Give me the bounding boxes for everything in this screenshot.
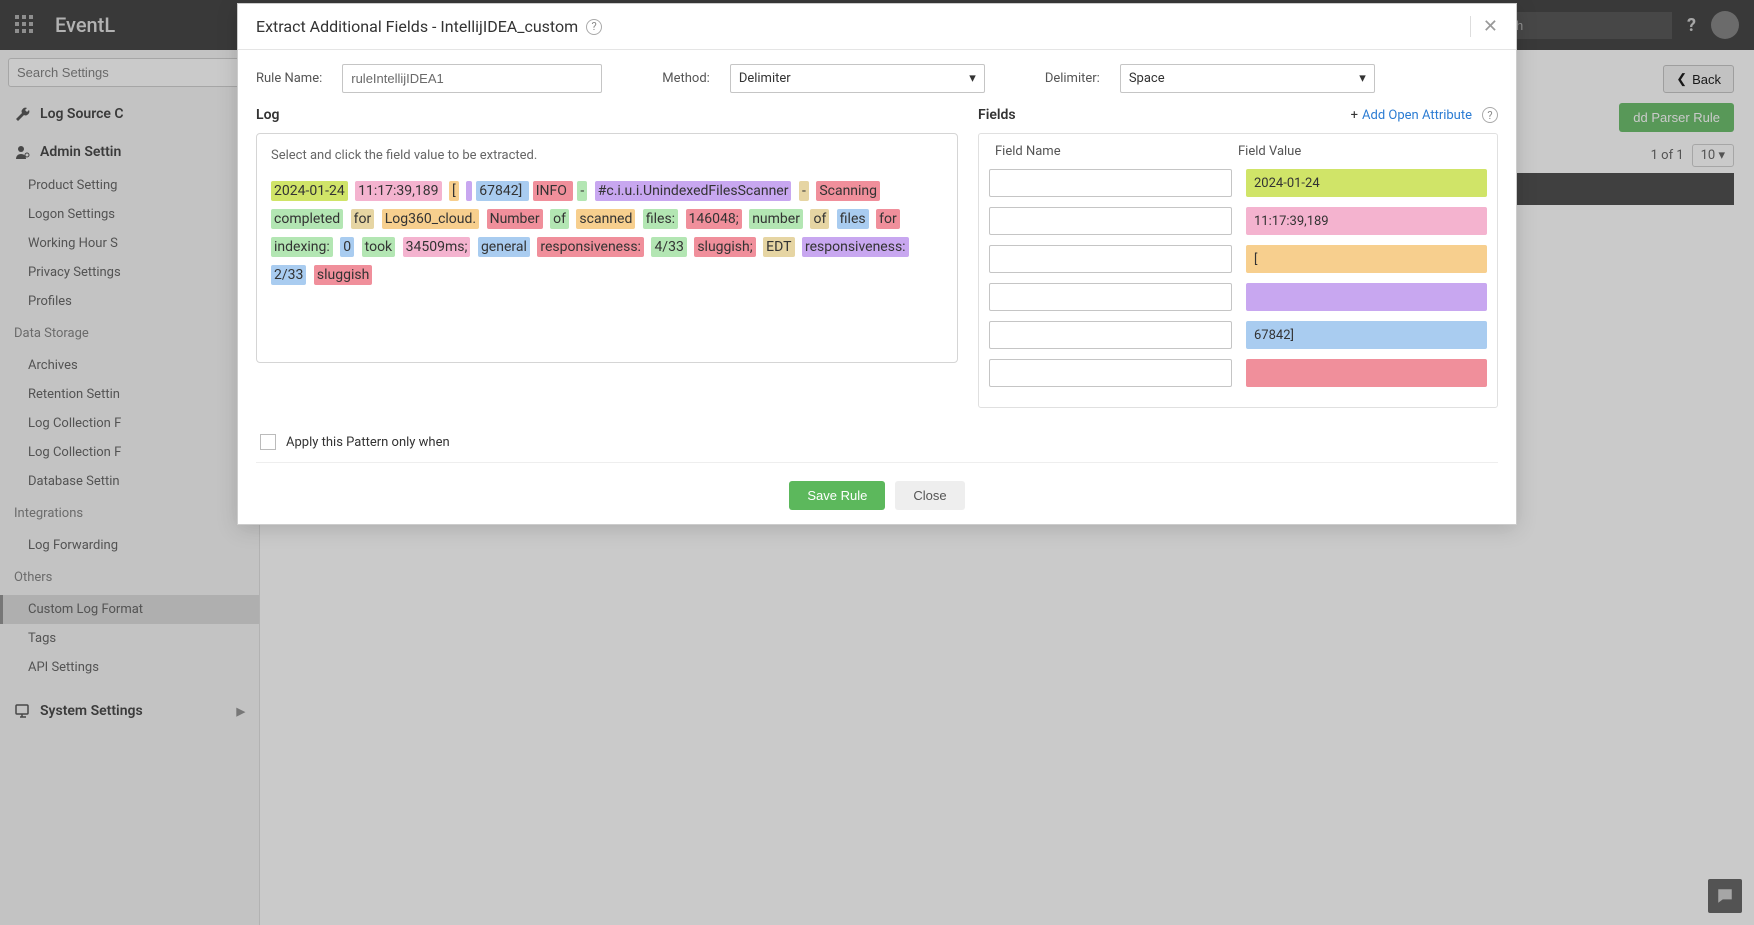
- log-token[interactable]: Log360_cloud.: [382, 209, 479, 229]
- log-token[interactable]: Number: [487, 209, 543, 229]
- delimiter-label: Delimiter:: [1045, 71, 1100, 86]
- log-token[interactable]: 2024-01-24: [271, 181, 348, 201]
- close-icon[interactable]: ✕: [1470, 16, 1498, 37]
- log-token[interactable]: 2/33: [271, 265, 306, 285]
- log-token[interactable]: for: [876, 209, 900, 229]
- log-hint: Select and click the field value to be e…: [271, 148, 943, 163]
- save-rule-button[interactable]: Save Rule: [789, 481, 885, 510]
- add-open-attribute-link[interactable]: + Add Open Attribute ?: [1351, 107, 1498, 123]
- field-name-input[interactable]: [989, 169, 1232, 197]
- log-token[interactable]: sluggish;: [694, 237, 755, 257]
- log-token[interactable]: [466, 181, 472, 201]
- field-row: 67842]: [989, 321, 1487, 349]
- log-token[interactable]: 0: [340, 237, 354, 257]
- log-token[interactable]: responsiveness:: [537, 237, 644, 257]
- field-value-header: Field Value: [1238, 144, 1481, 159]
- log-token[interactable]: -: [577, 181, 587, 201]
- field-value: [: [1246, 245, 1487, 273]
- log-section-title: Log: [256, 107, 958, 123]
- field-row: [989, 283, 1487, 311]
- log-token[interactable]: took: [362, 237, 396, 257]
- field-row: [: [989, 245, 1487, 273]
- log-token[interactable]: scanned: [576, 209, 635, 229]
- log-text[interactable]: 2024-01-24 11:17:39,189 [ 67842] INFO - …: [271, 177, 943, 289]
- method-value: Delimiter: [739, 71, 791, 86]
- field-name-input[interactable]: [989, 283, 1232, 311]
- log-token[interactable]: [: [449, 181, 459, 201]
- log-token[interactable]: of: [550, 209, 569, 229]
- log-token[interactable]: indexing:: [271, 237, 333, 257]
- field-value: 11:17:39,189: [1246, 207, 1487, 235]
- modal-overlay: Extract Additional Fields - IntellijIDEA…: [0, 0, 1754, 925]
- help-icon[interactable]: ?: [1482, 107, 1498, 123]
- modal-title: Extract Additional Fields - IntellijIDEA…: [256, 17, 578, 36]
- log-token[interactable]: #c.i.u.i.UnindexedFilesScanner: [595, 181, 792, 201]
- apply-label: Apply this Pattern only when: [286, 435, 450, 450]
- log-token[interactable]: responsiveness:: [802, 237, 909, 257]
- rule-name-label: Rule Name:: [256, 71, 322, 86]
- field-row: 2024-01-24: [989, 169, 1487, 197]
- add-attr-label: Add Open Attribute: [1362, 108, 1472, 123]
- log-token[interactable]: 146048;: [686, 209, 742, 229]
- field-value: [1246, 283, 1487, 311]
- fields-box: Field Name Field Value 2024-01-24 11:17:3…: [978, 133, 1498, 408]
- apply-checkbox[interactable]: [260, 434, 276, 450]
- log-token[interactable]: -: [799, 181, 809, 201]
- log-token[interactable]: number: [749, 209, 803, 229]
- field-name-input[interactable]: [989, 207, 1232, 235]
- log-token[interactable]: INFO: [533, 181, 574, 201]
- chevron-down-icon: ▾: [969, 71, 976, 86]
- rule-name-input[interactable]: [342, 64, 602, 93]
- fields-section-title: Fields: [978, 107, 1016, 123]
- log-token[interactable]: 11:17:39,189: [355, 181, 441, 201]
- log-token[interactable]: of: [810, 209, 829, 229]
- field-name-input[interactable]: [989, 245, 1232, 273]
- plus-icon: +: [1351, 108, 1358, 123]
- close-button[interactable]: Close: [895, 481, 964, 510]
- field-value: 67842]: [1246, 321, 1487, 349]
- delimiter-select[interactable]: Space ▾: [1120, 64, 1375, 93]
- log-token[interactable]: files: [837, 209, 869, 229]
- log-token[interactable]: EDT: [763, 237, 794, 257]
- log-token[interactable]: files:: [643, 209, 678, 229]
- extract-fields-modal: Extract Additional Fields - IntellijIDEA…: [237, 3, 1517, 525]
- method-select[interactable]: Delimiter ▾: [730, 64, 985, 93]
- log-token[interactable]: 4/33: [651, 237, 686, 257]
- log-token[interactable]: general: [478, 237, 530, 257]
- chevron-down-icon: ▾: [1359, 71, 1366, 86]
- delimiter-value: Space: [1129, 71, 1165, 86]
- field-value: [1246, 359, 1487, 387]
- log-token[interactable]: completed: [271, 209, 343, 229]
- help-icon[interactable]: ?: [586, 19, 602, 35]
- log-token[interactable]: for: [351, 209, 375, 229]
- field-value: 2024-01-24: [1246, 169, 1487, 197]
- field-row: [989, 359, 1487, 387]
- log-token[interactable]: sluggish: [314, 265, 372, 285]
- log-token[interactable]: 67842]: [476, 181, 529, 201]
- method-label: Method:: [662, 71, 710, 86]
- field-name-header: Field Name: [995, 144, 1238, 159]
- log-token[interactable]: 34509ms;: [403, 237, 471, 257]
- field-name-input[interactable]: [989, 321, 1232, 349]
- field-name-input[interactable]: [989, 359, 1232, 387]
- field-row: 11:17:39,189: [989, 207, 1487, 235]
- log-box: Select and click the field value to be e…: [256, 133, 958, 363]
- log-token[interactable]: Scanning: [816, 181, 880, 201]
